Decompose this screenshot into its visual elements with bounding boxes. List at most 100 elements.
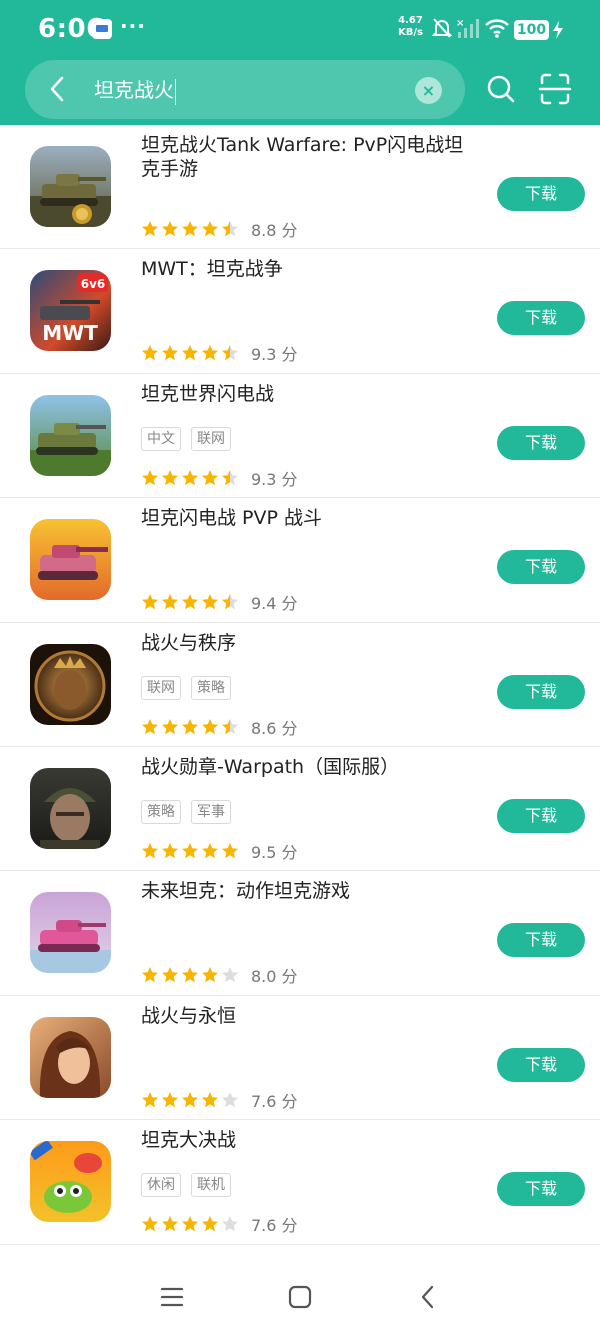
app-name[interactable]: MWT：坦克战争 bbox=[141, 257, 476, 281]
list-item[interactable]: 坦克战火Tank Warfare: PvP闪电战坦克手游 8.8 分 下载 bbox=[0, 125, 600, 250]
app-rating: 8.8 分 bbox=[141, 217, 298, 241]
app-name[interactable]: 战火勋章-Warpath（国际服） bbox=[141, 755, 476, 779]
star-icon bbox=[162, 469, 178, 485]
app-rating: 7.6 分 bbox=[141, 1088, 298, 1112]
app-score: 9.5 分 bbox=[251, 842, 298, 862]
scan-button[interactable] bbox=[538, 72, 572, 106]
list-item[interactable]: 战火与秩序 联网 策略 8.6 分 下载 bbox=[0, 623, 600, 747]
war-eternity-icon bbox=[30, 1016, 111, 1098]
svg-text:6v6: 6v6 bbox=[81, 277, 106, 291]
download-button[interactable]: 下载 bbox=[497, 798, 585, 833]
star-icon bbox=[222, 718, 238, 734]
app-tags: 策略 军事 bbox=[141, 799, 231, 824]
app-score: 7.6 分 bbox=[251, 1216, 298, 1236]
charging-icon bbox=[553, 21, 563, 39]
search-input[interactable]: 坦克战火 bbox=[94, 76, 176, 105]
star-icon bbox=[222, 345, 238, 361]
rating-stars bbox=[141, 469, 239, 487]
search-button[interactable] bbox=[484, 72, 518, 106]
text-caret bbox=[175, 78, 176, 105]
app-name[interactable]: 坦克世界闪电战 bbox=[141, 382, 476, 406]
star-icon bbox=[162, 1216, 178, 1232]
app-name[interactable]: 坦克闪电战 PVP 战斗 bbox=[141, 506, 476, 530]
scan-icon bbox=[538, 73, 572, 105]
list-item[interactable]: 坦克大决战 休闲 联机 7.6 分 下载 bbox=[0, 1120, 600, 1245]
app-name[interactable]: 战火与永恒 bbox=[141, 1004, 476, 1028]
list-item[interactable]: 6v6 MWT MWT：坦克战争 9.3 分 下载 bbox=[0, 249, 600, 374]
rating-stars bbox=[141, 593, 239, 611]
star-icon bbox=[222, 1091, 238, 1107]
search-box[interactable] bbox=[25, 60, 465, 119]
rating-stars bbox=[141, 842, 239, 860]
war-and-order-icon bbox=[30, 643, 111, 725]
warpath-icon bbox=[30, 767, 111, 849]
star-icon bbox=[142, 469, 158, 485]
svg-text:MWT: MWT bbox=[42, 321, 98, 345]
star-icon bbox=[162, 221, 178, 237]
app-tags: 联网 策略 bbox=[141, 675, 231, 700]
star-icon bbox=[162, 345, 178, 361]
system-back-button[interactable] bbox=[413, 1282, 443, 1312]
back-button[interactable] bbox=[40, 72, 74, 106]
download-button[interactable]: 下载 bbox=[497, 550, 585, 585]
star-icon bbox=[142, 842, 158, 859]
star-icon bbox=[142, 1091, 158, 1107]
back-arrow-icon bbox=[421, 1285, 434, 1309]
list-item[interactable]: 坦克闪电战 PVP 战斗 9.4 分 下载 bbox=[0, 498, 600, 623]
rating-stars bbox=[141, 966, 239, 984]
download-button[interactable]: 下载 bbox=[497, 177, 585, 211]
star-icon bbox=[202, 1091, 218, 1107]
star-icon bbox=[222, 1216, 238, 1232]
star-icon bbox=[202, 594, 218, 610]
app-score: 8.8 分 bbox=[251, 221, 298, 240]
rating-stars bbox=[141, 718, 239, 736]
home-icon bbox=[288, 1285, 312, 1309]
star-icon bbox=[142, 967, 158, 983]
wifi-icon bbox=[485, 19, 509, 38]
download-button[interactable]: 下载 bbox=[497, 674, 585, 709]
status-bar: 6:06 ··· 4.67 KB/s × 100 bbox=[0, 0, 600, 58]
star-icon bbox=[202, 718, 218, 734]
search-icon bbox=[487, 75, 515, 103]
star-icon bbox=[182, 718, 198, 734]
star-icon bbox=[162, 1091, 178, 1107]
download-button[interactable]: 下载 bbox=[497, 425, 585, 460]
app-tag: 联网 bbox=[141, 675, 181, 700]
star-icon bbox=[222, 967, 238, 983]
app-score: 9.3 分 bbox=[251, 469, 298, 489]
app-rating: 9.3 分 bbox=[141, 466, 298, 490]
list-item[interactable]: 未来坦克：动作坦克游戏 8.0 分 下载 bbox=[0, 871, 600, 996]
rating-stars bbox=[141, 220, 239, 238]
more-notifications-icon: ··· bbox=[120, 14, 146, 38]
star-icon bbox=[202, 469, 218, 485]
list-item[interactable]: 坦克世界闪电战 中文 联网 9.3 分 下载 bbox=[0, 374, 600, 499]
app-name[interactable]: 未来坦克：动作坦克游戏 bbox=[141, 879, 476, 903]
wot-blitz-icon bbox=[30, 394, 111, 476]
home-button[interactable] bbox=[285, 1282, 315, 1312]
mute-icon bbox=[432, 18, 452, 38]
list-item[interactable]: 战火与永恒 7.6 分 下载 bbox=[0, 996, 600, 1121]
app-name[interactable]: 坦克战火Tank Warfare: PvP闪电战坦克手游 bbox=[141, 133, 476, 181]
download-button[interactable]: 下载 bbox=[497, 923, 585, 958]
clear-search-button[interactable]: × bbox=[415, 77, 442, 104]
star-icon bbox=[202, 345, 218, 361]
star-icon bbox=[222, 221, 238, 237]
star-icon bbox=[222, 594, 238, 610]
star-icon bbox=[202, 221, 218, 237]
star-icon bbox=[182, 469, 198, 485]
star-icon bbox=[162, 594, 178, 610]
menu-button[interactable] bbox=[157, 1282, 187, 1312]
star-icon bbox=[182, 1091, 198, 1107]
app-tag: 休闲 bbox=[141, 1173, 181, 1198]
search-query: 坦克战火 bbox=[94, 78, 174, 102]
download-button[interactable]: 下载 bbox=[497, 1172, 585, 1207]
app-name[interactable]: 战火与秩序 bbox=[141, 631, 476, 655]
star-icon bbox=[182, 221, 198, 237]
network-speed-unit: KB/s bbox=[398, 27, 423, 38]
download-button[interactable]: 下载 bbox=[497, 1047, 585, 1082]
download-button[interactable]: 下载 bbox=[497, 301, 585, 336]
list-item[interactable]: 战火勋章-Warpath（国际服） 策略 军事 9.5 分 下载 bbox=[0, 747, 600, 872]
app-name[interactable]: 坦克大决战 bbox=[141, 1128, 476, 1152]
app-rating: 8.6 分 bbox=[141, 715, 298, 739]
app-rating: 9.3 分 bbox=[141, 341, 298, 365]
